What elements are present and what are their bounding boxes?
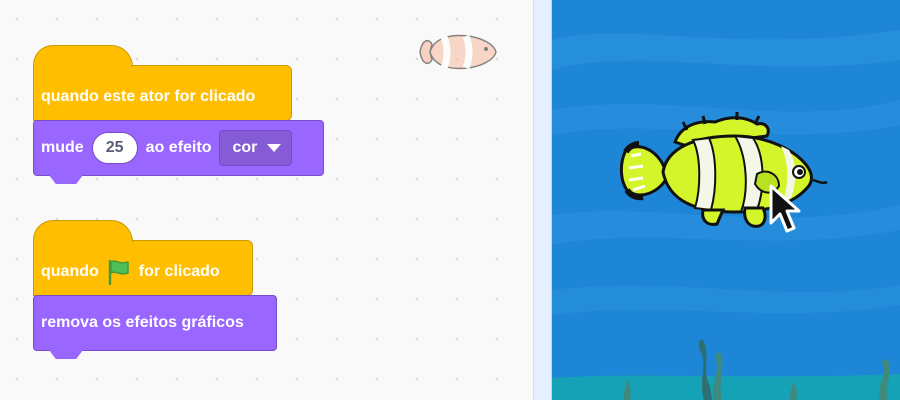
panel-divider xyxy=(533,0,552,400)
green-flag-icon xyxy=(107,259,131,285)
change-label: mude xyxy=(41,139,84,156)
effect-label: ao efeito xyxy=(145,139,212,156)
effect-dropdown-value: cor xyxy=(232,139,258,156)
clear-effects-label: remova os efeitos gráficos xyxy=(41,314,244,331)
stage[interactable] xyxy=(552,0,900,400)
sprite-thumbnail-fish[interactable] xyxy=(410,30,502,74)
when-label: quando xyxy=(41,263,99,280)
dropdown-caret-icon xyxy=(267,144,282,152)
mouse-pointer-icon xyxy=(769,184,801,233)
change-effect-block[interactable]: mude 25 ao efeito cor xyxy=(33,120,324,176)
clear-graphic-effects-block[interactable]: remova os efeitos gráficos xyxy=(33,295,277,351)
effect-amount-input[interactable]: 25 xyxy=(91,132,138,164)
for-clicked-label: for clicado xyxy=(138,263,220,280)
when-sprite-clicked-block[interactable]: quando este ator for clicado xyxy=(33,45,292,121)
effect-dropdown[interactable]: cor xyxy=(219,130,293,166)
when-flag-clicked-block[interactable]: quando for clicado xyxy=(33,220,253,296)
when-sprite-clicked-label: quando este ator for clicado xyxy=(41,88,256,105)
code-area[interactable]: quando este ator for clicado mude 25 ao … xyxy=(0,0,533,400)
